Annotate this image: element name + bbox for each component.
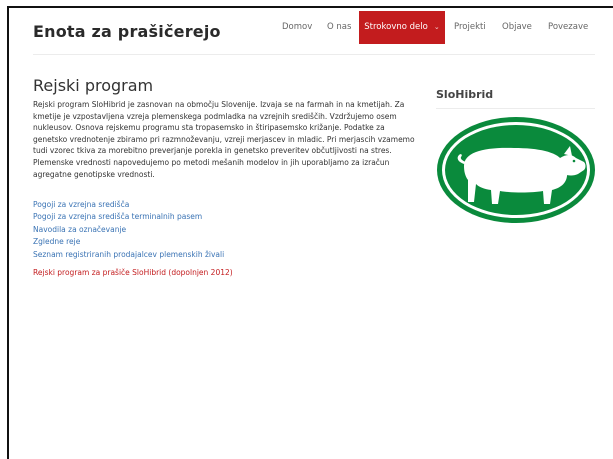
nav-item-o-nas[interactable]: O nas bbox=[327, 11, 351, 44]
intro-paragraph: Rejski program SloHibrid je zasnovan na … bbox=[33, 100, 415, 179]
pig-eye bbox=[572, 159, 576, 163]
nav-item-povezave[interactable]: Povezave bbox=[548, 11, 588, 44]
link-rejski-program-pdf[interactable]: Rejski program za prašiče SloHibrid (dop… bbox=[33, 268, 233, 277]
site-title[interactable]: Enota za prašičerejo bbox=[33, 22, 221, 41]
nav-item-strokovno-delo[interactable]: Strokovno delo ⌄ bbox=[359, 11, 445, 44]
pig-logo-icon bbox=[437, 117, 595, 223]
window-frame-top bbox=[7, 6, 613, 8]
nav-item-objave[interactable]: Objave bbox=[502, 11, 532, 44]
header-divider bbox=[33, 54, 595, 55]
nav-item-label: Strokovno delo bbox=[364, 22, 428, 32]
chevron-down-icon: ⌄ bbox=[433, 23, 440, 31]
nav-item-projekti[interactable]: Projekti bbox=[454, 11, 486, 44]
sidebar-divider bbox=[436, 108, 595, 109]
nav-item-domov[interactable]: Domov bbox=[282, 11, 312, 44]
sidebar-heading: SloHibrid bbox=[436, 88, 494, 101]
page-title: Rejski program bbox=[33, 76, 154, 95]
link-seznam-prodajalcev[interactable]: Seznam registriranih prodajalcev plemens… bbox=[33, 249, 418, 261]
link-pogoji-terminalnih-pasem[interactable]: Pogoji za vzrejna središča terminalnih p… bbox=[33, 211, 418, 223]
link-pogoji-vzrejna-sredisca[interactable]: Pogoji za vzrejna središča bbox=[33, 199, 418, 211]
window-frame-left bbox=[7, 8, 9, 459]
link-navodila-oznacevanje[interactable]: Navodila za označevanje bbox=[33, 224, 418, 236]
link-zgledne-reje[interactable]: Zgledne reje bbox=[33, 236, 418, 248]
document-links: Pogoji za vzrejna središča Pogoji za vzr… bbox=[33, 199, 418, 261]
